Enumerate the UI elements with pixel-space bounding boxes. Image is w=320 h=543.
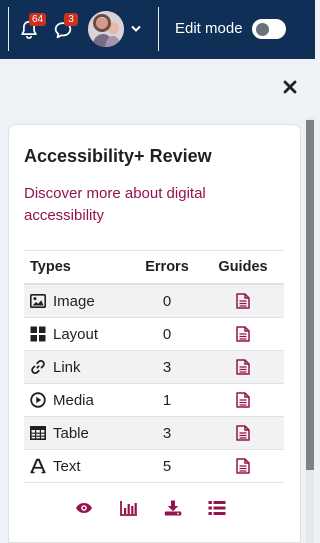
type-label: Layout	[53, 325, 99, 343]
download-icon[interactable]	[163, 498, 183, 518]
table-header-row: Types Errors Guides	[24, 251, 284, 285]
digital-accessibility-link[interactable]: Discover more about digital accessibilit…	[24, 183, 264, 227]
text-icon	[30, 458, 46, 474]
card-title: Accessibility+ Review	[24, 146, 212, 166]
review-table: Types Errors Guides Image 0 Layout 0 Lin…	[24, 250, 284, 483]
table-row-table: Table 3	[24, 417, 284, 450]
table-row-text: Text 5	[24, 450, 284, 483]
link-icon	[30, 359, 46, 375]
top-navbar: 64 3 Edit mode	[0, 0, 315, 59]
toggle-knob	[256, 23, 269, 36]
guide-document-icon[interactable]	[236, 458, 250, 474]
eye-icon[interactable]	[74, 498, 94, 518]
guide-document-icon[interactable]	[236, 425, 250, 441]
layout-icon	[30, 326, 46, 342]
drawer-scrollbar[interactable]	[306, 118, 314, 543]
column-header-errors: Errors	[145, 259, 189, 275]
user-avatar[interactable]	[88, 11, 124, 47]
edit-mode-toggle[interactable]	[252, 19, 286, 39]
avatar-photo	[88, 11, 124, 47]
type-label: Table	[53, 424, 89, 442]
edit-mode-label: Edit mode	[175, 20, 243, 37]
type-label: Media	[53, 391, 94, 409]
table-icon	[30, 425, 46, 441]
chevron-down-icon[interactable]	[131, 25, 141, 33]
error-count: 0	[162, 292, 172, 310]
navbar-divider	[8, 7, 9, 51]
guide-document-icon[interactable]	[236, 359, 250, 375]
type-label: Text	[53, 457, 81, 475]
error-count: 0	[162, 325, 172, 343]
table-row-media: Media 1	[24, 384, 284, 417]
bar-chart-icon[interactable]	[119, 498, 139, 518]
type-label: Image	[53, 292, 95, 310]
error-count: 3	[162, 358, 172, 376]
guide-document-icon[interactable]	[236, 392, 250, 408]
message-count-badge: 3	[64, 13, 78, 26]
close-icon-glyph	[283, 80, 297, 94]
play-icon	[30, 392, 46, 408]
table-row-layout: Layout 0	[24, 318, 284, 351]
image-icon	[30, 293, 46, 309]
column-header-types: Types	[30, 259, 71, 275]
navbar-divider	[158, 7, 159, 51]
error-count: 1	[162, 391, 172, 409]
messages-button[interactable]: 3	[52, 12, 80, 46]
type-label: Link	[53, 358, 81, 376]
guide-document-icon[interactable]	[236, 293, 250, 309]
error-count: 5	[162, 457, 172, 475]
notifications-button[interactable]: 64	[18, 12, 48, 46]
error-count: 3	[162, 424, 172, 442]
scrollbar-thumb[interactable]	[306, 120, 314, 470]
column-header-guides: Guides	[218, 259, 268, 275]
guide-document-icon[interactable]	[236, 326, 250, 342]
list-icon[interactable]	[207, 498, 227, 518]
close-icon[interactable]	[281, 79, 299, 97]
table-row-image: Image 0	[24, 285, 284, 318]
review-actions	[9, 498, 302, 520]
notification-count-badge: 64	[29, 13, 47, 26]
accessibility-review-card: Accessibility+ Review Discover more abou…	[8, 124, 301, 543]
table-row-link: Link 3	[24, 351, 284, 384]
